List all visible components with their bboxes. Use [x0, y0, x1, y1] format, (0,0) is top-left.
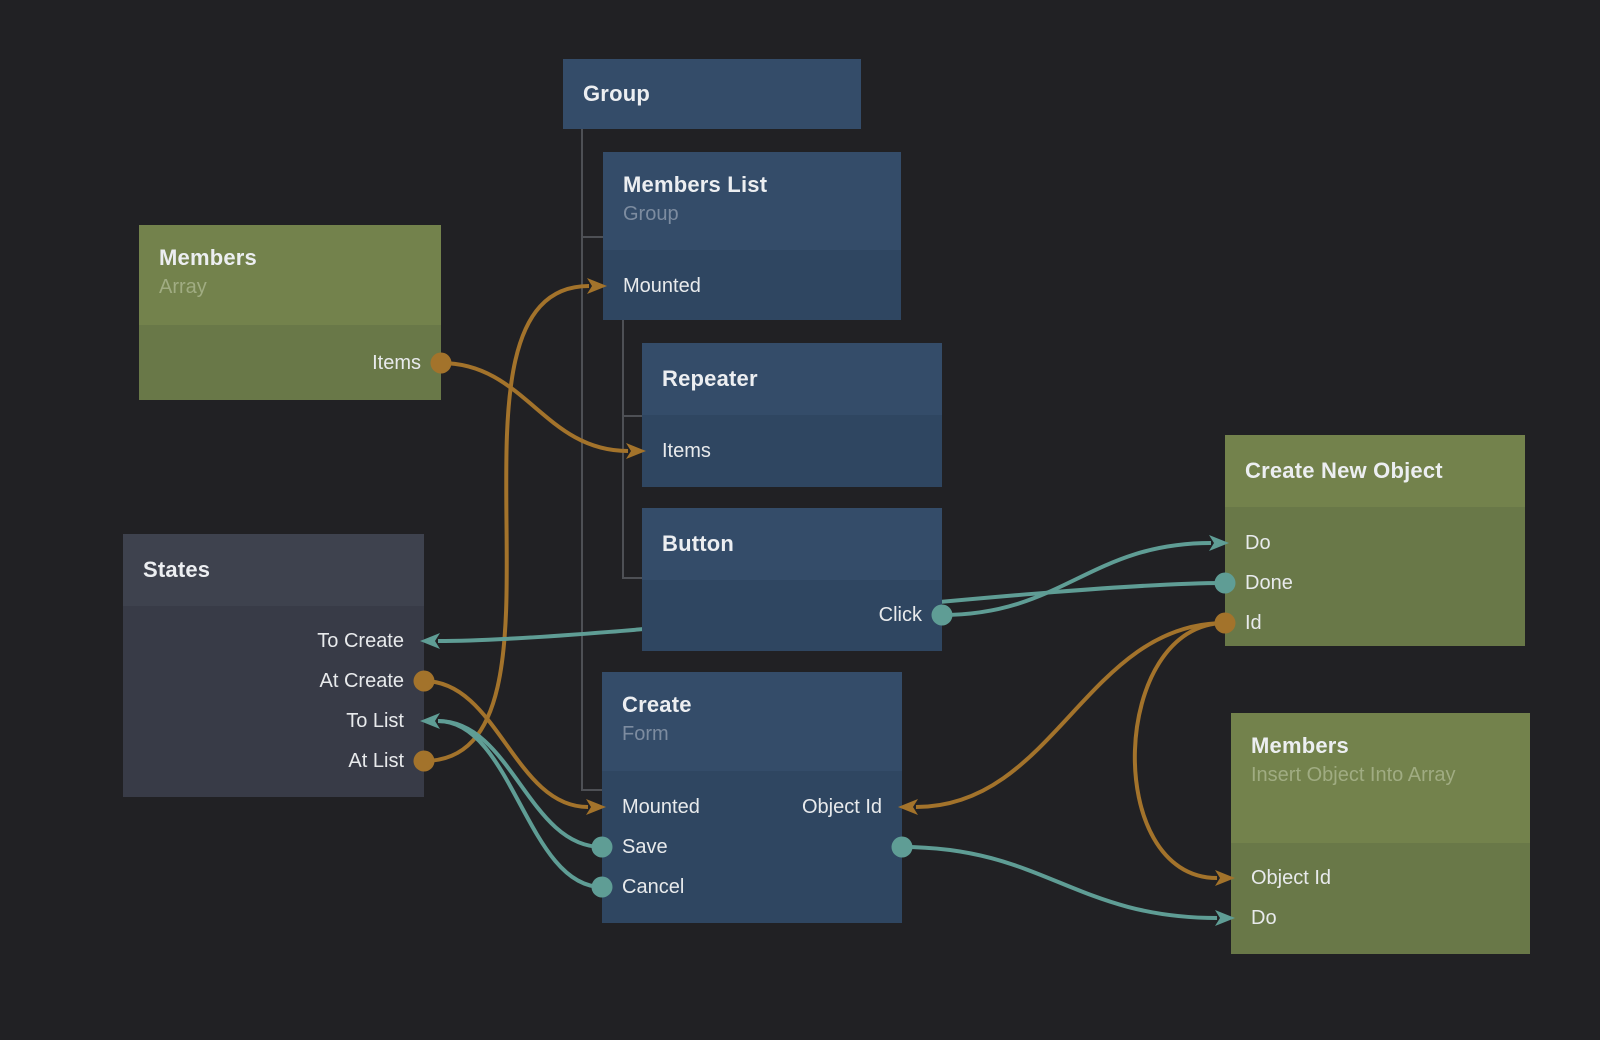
node-header: CreateForm [602, 672, 902, 771]
node-members-list[interactable]: Members ListGroup Mounted [603, 152, 901, 320]
node-title: States [143, 555, 210, 585]
node-create[interactable]: CreateForm Mounted Save Cancel Object Id [602, 672, 902, 923]
node-body: Items [139, 325, 441, 400]
port-label-click: Click [879, 602, 922, 628]
port-label-items: Items [662, 438, 711, 464]
node-states[interactable]: States To Create At Create To List At List [123, 534, 424, 797]
node-body: Mounted [603, 250, 901, 320]
port-label-do: Do [1245, 530, 1271, 556]
node-title: Repeater [662, 364, 758, 394]
port-label-to-list: To List [346, 708, 404, 734]
node-title: Create New Object [1245, 456, 1443, 486]
port-label-save: Save [622, 834, 668, 860]
port-output-dot-create-cancel[interactable] [592, 877, 613, 898]
node-subtitle: Array [159, 273, 421, 301]
port-label-mounted: Mounted [622, 794, 700, 820]
node-header: MembersArray [139, 225, 441, 325]
node-body: Object Id Do [1231, 843, 1530, 954]
node-body: Mounted Save Cancel Object Id [602, 771, 902, 923]
node-body: To Create At Create To List At List [123, 606, 424, 797]
port-output-dot-button-click[interactable] [932, 605, 953, 626]
node-title: Members [159, 243, 421, 273]
port-label-at-list: At List [348, 748, 404, 774]
port-label-at-create: At Create [320, 668, 404, 694]
node-subtitle: Form [622, 720, 882, 748]
node-header: Group [563, 59, 861, 129]
port-output-dot-states-at-create[interactable] [414, 671, 435, 692]
node-repeater[interactable]: Repeater Items [642, 343, 942, 487]
port-label-object-id: Object Id [1251, 865, 1331, 891]
node-title: Create [622, 690, 882, 720]
port-label-cancel: Cancel [622, 874, 684, 900]
node-title: Button [662, 529, 734, 559]
node-subtitle: Insert Object Into Array [1251, 761, 1510, 789]
port-output-dot-create-new-object-done[interactable] [1215, 573, 1236, 594]
port-label-items: Items [372, 350, 421, 376]
node-members-insert[interactable]: MembersInsert Object Into ArrayObject Id… [1231, 713, 1530, 954]
port-label-object-id: Object Id [802, 794, 882, 820]
node-title: Members List [623, 170, 881, 200]
port-label-id: Id [1245, 610, 1262, 636]
nodes-layer: GroupMembers ListGroupMountedMembersArra… [0, 0, 1600, 1040]
port-output-dot-create-new-object-id[interactable] [1215, 613, 1236, 634]
node-body: Items [642, 415, 942, 487]
port-output-dot-create-save-out[interactable] [892, 837, 913, 858]
port-label-mounted: Mounted [623, 273, 701, 299]
port-label-done: Done [1245, 570, 1293, 596]
node-editor-canvas[interactable]: GroupMembers ListGroupMountedMembersArra… [0, 0, 1600, 1040]
node-title: Members [1251, 731, 1510, 761]
node-header: MembersInsert Object Into Array [1231, 713, 1530, 843]
node-group[interactable]: Group [563, 59, 861, 129]
node-title: Group [583, 79, 650, 109]
node-create-new-object[interactable]: Create New Object Do Done Id [1225, 435, 1525, 646]
node-header: Create New Object [1225, 435, 1525, 507]
node-body: Do Done Id [1225, 507, 1525, 646]
port-output-dot-members-array-items[interactable] [431, 353, 452, 374]
port-label-do: Do [1251, 905, 1277, 931]
node-header: States [123, 534, 424, 606]
node-header: Button [642, 508, 942, 580]
node-subtitle: Group [623, 200, 881, 228]
port-label-to-create: To Create [317, 628, 404, 654]
node-header: Members ListGroup [603, 152, 901, 250]
node-body: Click [642, 580, 942, 651]
port-output-dot-create-save[interactable] [592, 837, 613, 858]
node-members-array[interactable]: MembersArray Items [139, 225, 441, 400]
node-header: Repeater [642, 343, 942, 415]
port-output-dot-states-at-list[interactable] [414, 751, 435, 772]
node-button[interactable]: Button Click [642, 508, 942, 651]
